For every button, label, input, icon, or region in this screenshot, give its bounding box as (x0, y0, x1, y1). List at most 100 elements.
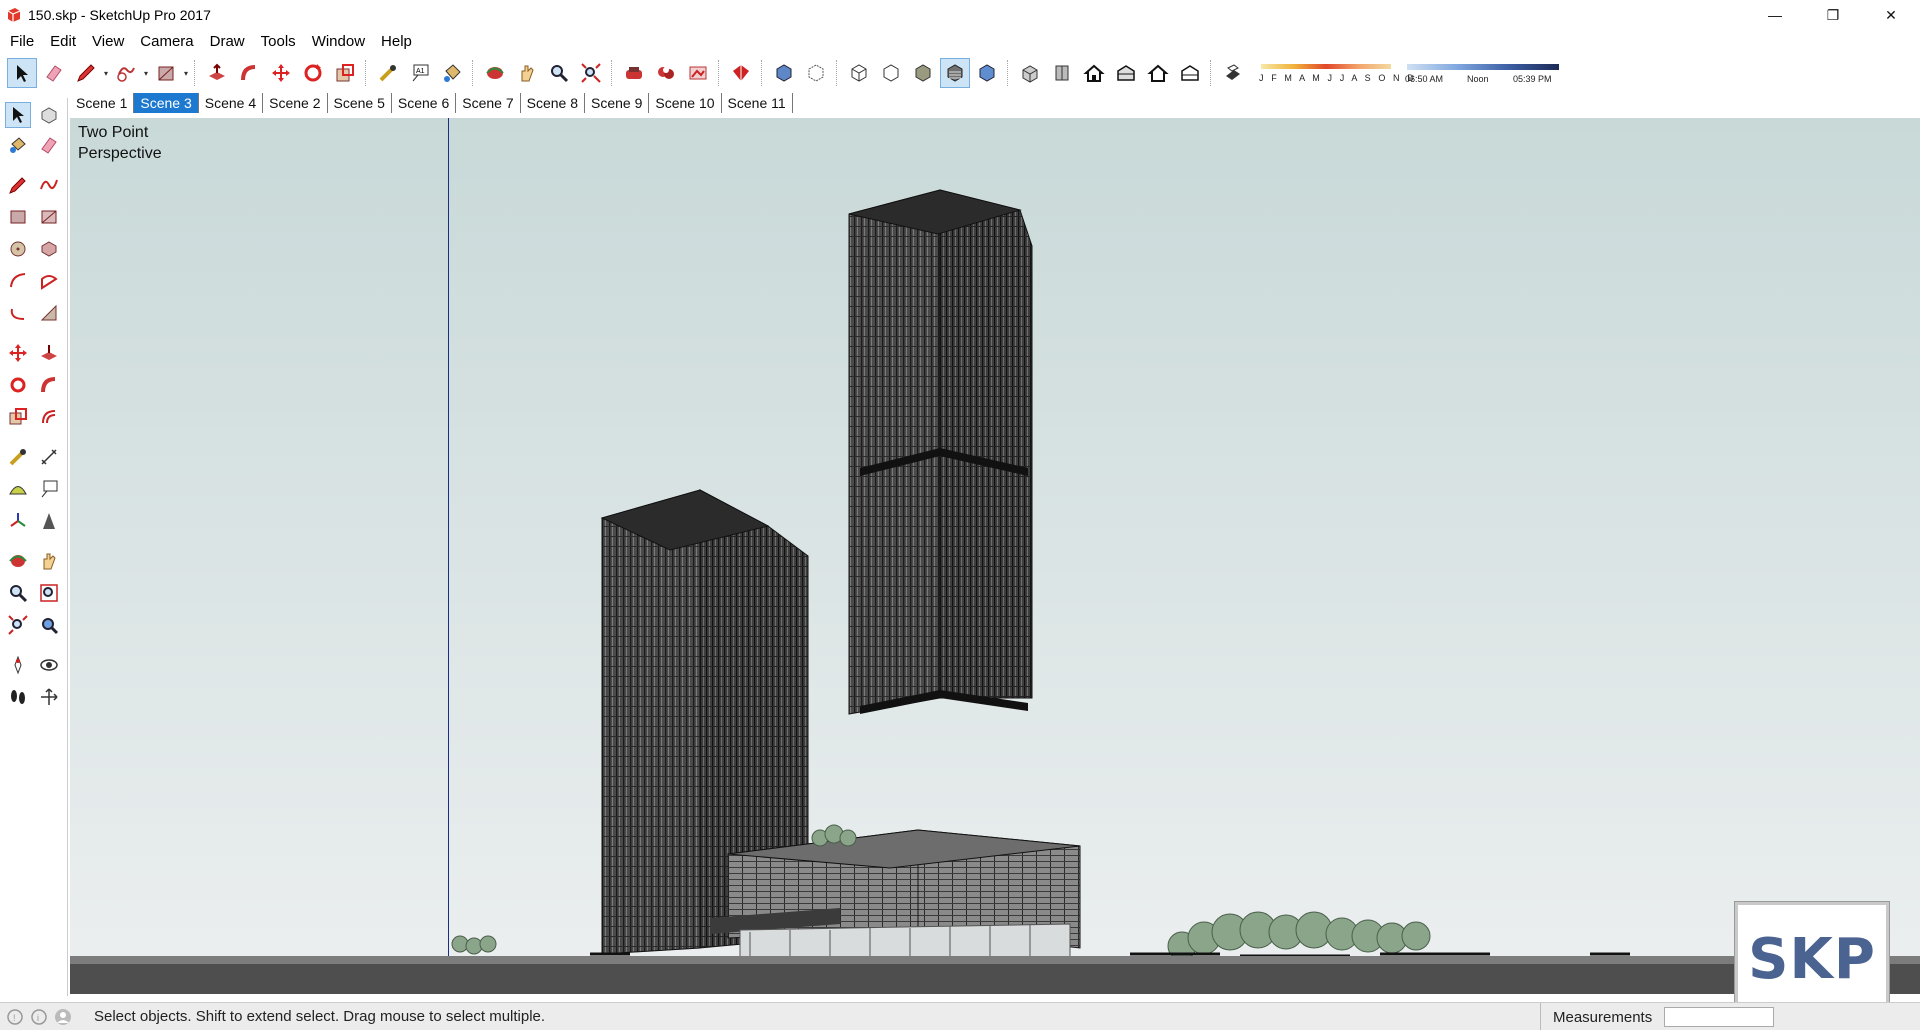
lt-arc-button[interactable] (5, 268, 31, 294)
shaded-style-button[interactable] (908, 58, 938, 88)
shadow-date-slider[interactable]: J F M A M J J A S O N D (1257, 60, 1414, 86)
lt-eraser-button[interactable] (36, 132, 62, 158)
menu-edit[interactable]: Edit (42, 30, 84, 54)
lt-orbit-button[interactable] (5, 548, 31, 574)
shapes-tool-button[interactable] (111, 58, 141, 88)
tab-scene-10[interactable]: Scene 10 (649, 93, 722, 113)
shapes-dropdown[interactable]: ▾ (142, 58, 150, 88)
tab-scene-2[interactable]: Scene 2 (263, 93, 328, 113)
credits-info-icon[interactable]: i (30, 1008, 48, 1026)
select-tool-button[interactable] (7, 58, 37, 88)
lt-paint-bucket-button[interactable] (5, 132, 31, 158)
menu-help[interactable]: Help (373, 30, 420, 54)
lt-rotate-button[interactable] (5, 372, 31, 398)
lt-offset-button[interactable] (36, 404, 62, 430)
lt-dimension-button[interactable] (36, 444, 62, 470)
right-view-button[interactable] (1111, 58, 1141, 88)
wireframe-style-button[interactable] (844, 58, 874, 88)
lt-2pt-arc-button[interactable] (36, 300, 62, 326)
pencil-dropdown[interactable]: ▾ (102, 58, 110, 88)
extension-warehouse-button[interactable] (683, 58, 713, 88)
lt-previous-view-button[interactable] (36, 612, 62, 638)
lt-polygon-button[interactable] (36, 236, 62, 262)
tab-scene-7[interactable]: Scene 7 (456, 93, 521, 113)
paint-bucket-tool-button[interactable] (437, 58, 467, 88)
close-button[interactable]: ✕ (1862, 0, 1920, 30)
lt-3pt-arc-button[interactable] (5, 300, 31, 326)
follow-me-tool-button[interactable] (234, 58, 264, 88)
lt-line-button[interactable] (5, 172, 31, 198)
lt-look-around-button[interactable] (36, 652, 62, 678)
lt-text-button[interactable] (36, 476, 62, 502)
maximize-button[interactable]: ❐ (1804, 0, 1862, 30)
left-view-button[interactable] (1175, 58, 1205, 88)
pan-tool-button[interactable] (512, 58, 542, 88)
eraser-tool-button[interactable] (39, 58, 69, 88)
lt-follow-me-button[interactable] (36, 372, 62, 398)
model-viewport[interactable]: Two Point Perspective (70, 118, 1920, 994)
lt-section-plane-button[interactable] (36, 684, 62, 710)
components-button[interactable] (619, 58, 649, 88)
lt-tape-measure-button[interactable] (5, 444, 31, 470)
lt-zoom-extents-button[interactable] (5, 612, 31, 638)
monochrome-style-button[interactable] (972, 58, 1002, 88)
lt-pie-button[interactable] (36, 268, 62, 294)
rectangle-tool-button[interactable] (151, 58, 181, 88)
menu-view[interactable]: View (84, 30, 132, 54)
lt-freehand-button[interactable] (36, 172, 62, 198)
lt-axes-button[interactable] (5, 508, 31, 534)
menu-window[interactable]: Window (304, 30, 373, 54)
orbit-tool-button[interactable] (480, 58, 510, 88)
back-view-button[interactable] (1143, 58, 1173, 88)
zoom-tool-button[interactable] (544, 58, 574, 88)
menu-file[interactable]: File (2, 30, 42, 54)
lt-circle-button[interactable] (5, 236, 31, 262)
front-view-button[interactable] (1079, 58, 1109, 88)
shadows-toggle-button[interactable] (1218, 58, 1248, 88)
lt-zoom-button[interactable] (5, 580, 31, 606)
menu-camera[interactable]: Camera (132, 30, 201, 54)
zoom-extents-tool-button[interactable] (576, 58, 606, 88)
pencil-tool-button[interactable] (71, 58, 101, 88)
tab-scene-9[interactable]: Scene 9 (585, 93, 650, 113)
rectangle-dropdown[interactable]: ▾ (182, 58, 190, 88)
tape-measure-tool-button[interactable] (373, 58, 403, 88)
lt-rotated-rectangle-button[interactable] (36, 204, 62, 230)
tab-scene-11[interactable]: Scene 11 (722, 93, 793, 113)
lt-position-camera-button[interactable] (5, 652, 31, 678)
measurements-input[interactable] (1664, 1007, 1775, 1027)
lt-protractor-button[interactable] (5, 476, 31, 502)
textured-style-button[interactable] (940, 58, 970, 88)
lt-pan-button[interactable] (36, 548, 62, 574)
back-edges-style-button[interactable] (801, 58, 831, 88)
xray-style-button[interactable] (769, 58, 799, 88)
shadow-time-slider[interactable]: 06:50 AM Noon 05:39 PM (1405, 60, 1565, 86)
lt-push-pull-button[interactable] (36, 340, 62, 366)
tab-scene-8[interactable]: Scene 8 (521, 93, 585, 113)
lt-make-component-button[interactable] (36, 102, 62, 128)
iso-view-button[interactable] (1015, 58, 1045, 88)
scale-tool-button[interactable] (330, 58, 360, 88)
lt-zoom-window-button[interactable] (36, 580, 62, 606)
top-view-button[interactable] (1047, 58, 1077, 88)
rotate-tool-button[interactable] (298, 58, 328, 88)
tab-scene-5[interactable]: Scene 5 (328, 93, 392, 113)
move-tool-button[interactable] (266, 58, 296, 88)
lt-walk-button[interactable] (5, 684, 31, 710)
user-account-icon[interactable] (54, 1008, 72, 1026)
lt-scale-button[interactable] (5, 404, 31, 430)
tab-scene-1[interactable]: Scene 1 (70, 93, 135, 113)
minimize-button[interactable]: — (1746, 0, 1804, 30)
lt-rectangle-button[interactable] (5, 204, 31, 230)
geo-location-icon[interactable]: ! (6, 1008, 24, 1026)
lt-move-button[interactable] (5, 340, 31, 366)
lt-3d-text-button[interactable] (36, 508, 62, 534)
tab-scene-4[interactable]: Scene 4 (199, 93, 264, 113)
text-tool-button[interactable]: A1 (405, 58, 435, 88)
menu-tools[interactable]: Tools (253, 30, 304, 54)
lt-select-button[interactable] (5, 102, 31, 128)
menu-draw[interactable]: Draw (202, 30, 253, 54)
tab-scene-3[interactable]: Scene 3 (134, 93, 199, 113)
layout-send-button[interactable] (726, 58, 756, 88)
warehouse-button[interactable] (651, 58, 681, 88)
